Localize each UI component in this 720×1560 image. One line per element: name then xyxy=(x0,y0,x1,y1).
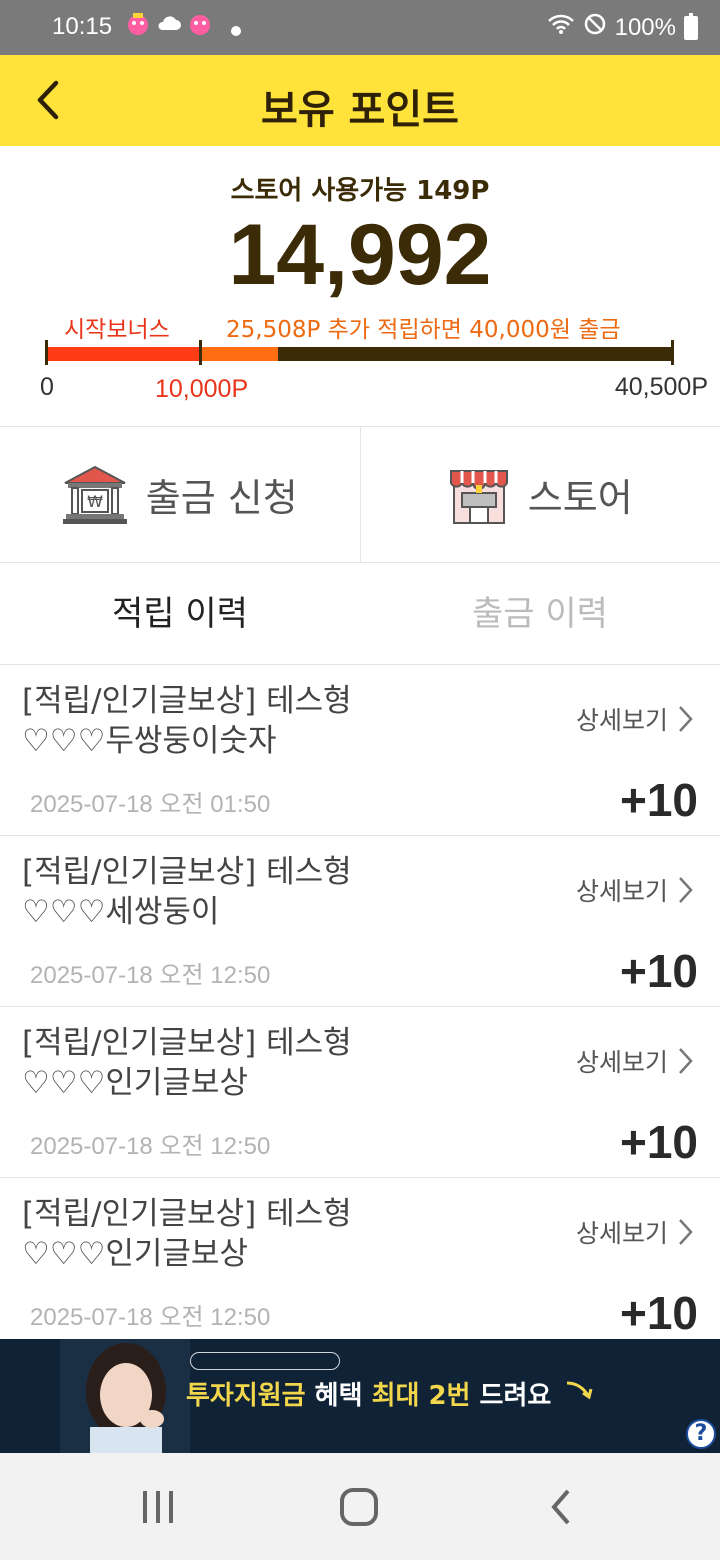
progress-start-label: 0 xyxy=(40,373,54,401)
withdraw-request-button[interactable]: ₩ 출금 신청 xyxy=(0,427,360,562)
chevron-right-icon xyxy=(679,1219,693,1245)
ad-headline-highlight: 최대 2번 xyxy=(371,1381,471,1411)
history-item[interactable]: [적립/인기글보상] 테스형 ♡♡♡인기글보상 상세보기 2025-07-18 … xyxy=(0,1007,720,1178)
battery-level: 100% xyxy=(614,13,676,41)
goal-message: 25,508P 추가 적립하면 40,000원 출금 xyxy=(226,317,621,343)
battery-icon xyxy=(684,12,698,40)
status-time: 10:15 xyxy=(52,13,113,40)
wifi-icon xyxy=(547,13,575,42)
detail-link[interactable]: 상세보기 xyxy=(576,1214,694,1250)
ad-event-pill xyxy=(190,1352,340,1370)
history-tabs: 적립 이력 출금 이력 xyxy=(0,563,720,665)
ad-model-image xyxy=(60,1339,190,1453)
tab-withdraw-history[interactable]: 출금 이력 xyxy=(360,563,720,664)
home-button[interactable] xyxy=(329,1479,389,1535)
svg-text:₩: ₩ xyxy=(87,492,103,511)
progress-remaining-segment xyxy=(278,347,674,361)
chevron-right-icon xyxy=(679,706,693,732)
store-label: 스토어 xyxy=(527,476,633,520)
history-item[interactable]: [적립/인기글보상] 테스형 ♡♡♡두쌍둥이숫자 상세보기 2025-07-18… xyxy=(0,665,720,836)
more-notifications-dot-icon xyxy=(230,18,242,43)
progress-end-tick xyxy=(671,340,674,365)
history-list: [적립/인기글보상] 테스형 ♡♡♡두쌍둥이숫자 상세보기 2025-07-18… xyxy=(0,665,720,1349)
progress-max-label: 40,500P xyxy=(614,373,708,401)
progress-earned-segment xyxy=(200,347,278,361)
page-title: 보유 포인트 xyxy=(261,87,459,133)
app-notification-icon-2 xyxy=(186,12,214,42)
detail-link-label: 상세보기 xyxy=(575,706,668,735)
status-right: 100% xyxy=(547,12,698,43)
ad-decoration-icon xyxy=(566,1381,593,1400)
recent-apps-icon xyxy=(143,1491,173,1523)
history-item-title: [적립/인기글보상] 테스형 ♡♡♡인기글보상 xyxy=(22,1196,352,1272)
history-item-title: [적립/인기글보상] 테스형 ♡♡♡두쌍둥이숫자 xyxy=(22,683,352,759)
history-item-date: 2025-07-18 오전 01:50 xyxy=(30,791,271,818)
history-item[interactable]: [적립/인기글보상] 테스형 ♡♡♡인기글보상 상세보기 2025-07-18 … xyxy=(0,1178,720,1349)
start-bonus-label: 시작보너스 xyxy=(64,317,170,343)
detail-link-label: 상세보기 xyxy=(575,1219,668,1248)
ad-banner[interactable]: 투자지원금 혜택 최대 2번 드려요 ? xyxy=(0,1339,720,1453)
points-progress-bar xyxy=(45,340,674,365)
history-item-date: 2025-07-18 오전 12:50 xyxy=(30,1304,271,1331)
detail-link-label: 상세보기 xyxy=(575,1048,668,1077)
chevron-right-icon xyxy=(679,877,693,903)
history-item-date: 2025-07-18 오전 12:50 xyxy=(30,962,271,989)
back-nav-button[interactable] xyxy=(531,1479,591,1535)
history-item[interactable]: [적립/인기글보상] 테스형 ♡♡♡세쌍둥이 상세보기 2025-07-18 오… xyxy=(0,836,720,1007)
store-icon xyxy=(449,469,508,524)
back-arrow-icon xyxy=(551,1489,570,1525)
ad-headline: 투자지원금 혜택 최대 2번 드려요 xyxy=(186,1375,551,1412)
total-points: 14,992 xyxy=(228,207,492,303)
history-item-amount: +10 xyxy=(619,1287,698,1339)
history-item-title: [적립/인기글보상] 테스형 ♡♡♡인기글보상 xyxy=(22,1025,352,1101)
system-nav-bar xyxy=(0,1453,720,1560)
history-item-title: [적립/인기글보상] 테스형 ♡♡♡세쌍둥이 xyxy=(22,854,352,930)
cloud-icon xyxy=(156,12,182,38)
status-bar: 10:15 100% xyxy=(0,0,720,55)
progress-start-tick xyxy=(45,340,48,365)
progress-bonus-label: 10,000P xyxy=(155,375,249,403)
ad-headline-mid: 혜택 xyxy=(305,1381,372,1411)
withdraw-request-label: 출금 신청 xyxy=(145,476,298,520)
progress-bonus-segment xyxy=(45,347,200,361)
bank-icon: ₩ xyxy=(62,465,127,524)
detail-link[interactable]: 상세보기 xyxy=(576,1043,694,1079)
ad-headline-prefix: 투자지원금 xyxy=(186,1381,306,1411)
tab-earn-history[interactable]: 적립 이력 xyxy=(0,563,360,664)
chevron-right-icon xyxy=(679,1048,693,1074)
action-buttons: ₩ 출금 신청 스토어 xyxy=(0,426,720,563)
ad-headline-suffix: 드려요 xyxy=(470,1381,552,1411)
detail-link-label: 상세보기 xyxy=(575,877,668,906)
home-icon xyxy=(340,1488,378,1526)
store-available-points: 스토어 사용가능 149P xyxy=(230,176,490,206)
history-item-amount: +10 xyxy=(619,774,698,826)
app-header: 보유 포인트 xyxy=(0,55,720,146)
recent-apps-button[interactable] xyxy=(128,1479,188,1535)
history-item-amount: +10 xyxy=(619,945,698,997)
history-item-amount: +10 xyxy=(619,1116,698,1168)
detail-link[interactable]: 상세보기 xyxy=(576,701,694,737)
do-not-disturb-icon xyxy=(583,12,607,43)
ad-help-button[interactable]: ? xyxy=(686,1419,716,1449)
store-button[interactable]: 스토어 xyxy=(359,427,720,562)
history-item-date: 2025-07-18 오전 12:50 xyxy=(30,1133,271,1160)
app-notification-icon xyxy=(124,12,152,42)
progress-bonus-tick xyxy=(199,340,202,365)
detail-link[interactable]: 상세보기 xyxy=(576,872,694,908)
